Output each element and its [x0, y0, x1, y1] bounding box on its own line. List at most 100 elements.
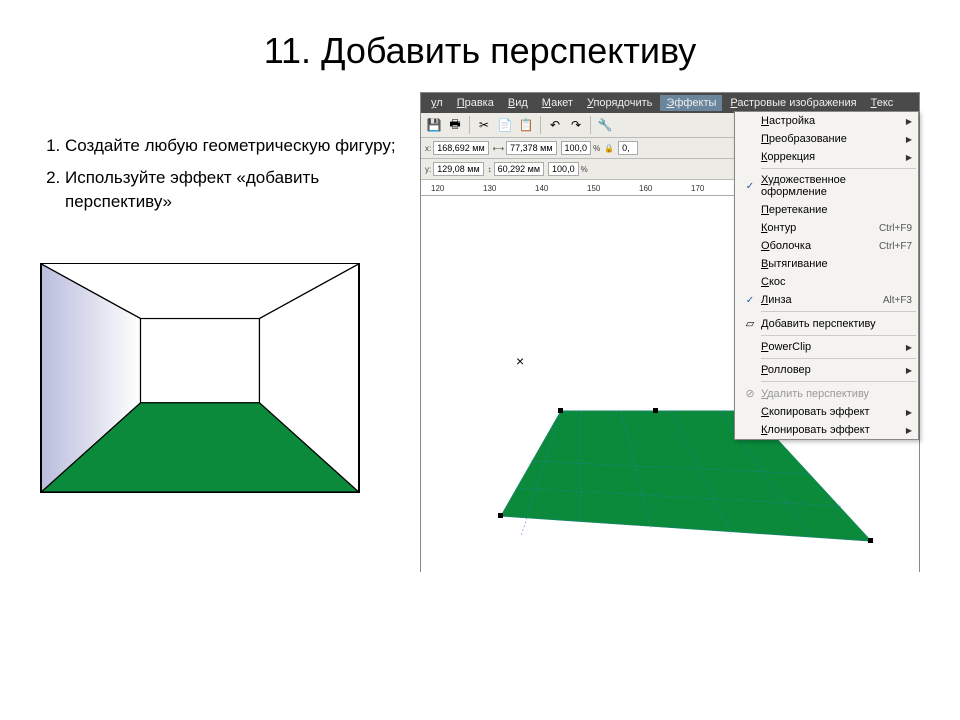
menu-ул[interactable]: ул	[425, 95, 449, 111]
ruler-tick-label: 120	[431, 184, 444, 193]
menubar: улПравкаВидМакетУпорядочитьЭффектыРастро…	[421, 93, 919, 113]
check-icon: ✓	[739, 295, 761, 306]
menu-item-label: Художественное оформление	[761, 174, 914, 198]
toolbar-button[interactable]: 🔧	[596, 116, 614, 134]
height-icon: ↕	[488, 165, 492, 174]
menu-item[interactable]: ▱Добавить перспективу	[735, 314, 918, 333]
menu-эффекты[interactable]: Эффекты	[660, 95, 722, 111]
right-column: улПравкаВидМакетУпорядочитьЭффектыРастро…	[420, 92, 920, 572]
menu-item[interactable]: Ролловер▶	[735, 361, 918, 379]
menu-separator	[761, 335, 916, 336]
menu-shortcut: Ctrl+F9	[879, 223, 914, 234]
toolbar-separator	[540, 116, 541, 134]
menu-item[interactable]: Преобразование▶	[735, 130, 918, 148]
menu-item[interactable]: ✓Художественное оформление	[735, 171, 918, 201]
menu-item[interactable]: Клонировать эффект▶	[735, 421, 918, 439]
effects-menu-dropdown: Настройка▶Преобразование▶Коррекция▶✓Худо…	[734, 111, 919, 440]
menu-separator	[761, 311, 916, 312]
menu-item[interactable]: ОболочкаCtrl+F7	[735, 237, 918, 255]
slide-title: 11. Добавить перспективу	[40, 30, 920, 72]
scale-x-group: 100,0 %	[561, 141, 601, 155]
menu-item[interactable]: Настройка▶	[735, 112, 918, 130]
toolbar-button[interactable]: ↶	[546, 116, 564, 134]
scale-y-value[interactable]: 100,0	[548, 162, 579, 176]
menu-item-label: Скос	[761, 276, 914, 288]
menu-item-label: Удалить перспективу	[761, 388, 914, 400]
menu-упорядочить[interactable]: Упорядочить	[581, 95, 658, 111]
menu-item-label: PowerClip	[761, 341, 906, 353]
menu-item-label: Клонировать эффект	[761, 424, 906, 436]
extra-value[interactable]: 0,	[618, 141, 638, 155]
menu-separator	[761, 381, 916, 382]
width-value[interactable]: 77,378 мм	[506, 141, 556, 155]
menu-item-label: Ролловер	[761, 364, 906, 376]
menu-item[interactable]: Коррекция▶	[735, 148, 918, 166]
menu-item[interactable]: PowerClip▶	[735, 338, 918, 356]
height-group: ↕ 60,292 мм	[488, 162, 544, 176]
lock-icon[interactable]: 🔒	[604, 144, 614, 153]
toolbar-button[interactable]: 📄	[496, 116, 514, 134]
toolbar-button[interactable]: ✂	[475, 116, 493, 134]
menu-item[interactable]: Скос	[735, 273, 918, 291]
menu-item-label: Добавить перспективу	[761, 318, 914, 330]
menu-item[interactable]: Вытягивание	[735, 255, 918, 273]
toolbar-button[interactable]: 💾	[425, 116, 443, 134]
menu-item-label: Вытягивание	[761, 258, 914, 270]
menu-макет[interactable]: Макет	[536, 95, 579, 111]
width-icon: ⟷	[493, 144, 504, 153]
left-column: Создайте любую геометрическую фигуру; Ис…	[40, 92, 420, 572]
menu-separator	[761, 358, 916, 359]
menu-правка[interactable]: Правка	[451, 95, 500, 111]
item-icon: ▱	[739, 317, 761, 330]
svg-text:×: ×	[516, 353, 524, 369]
menu-separator	[761, 168, 916, 169]
toolbar-button[interactable]: 🖶	[446, 116, 464, 134]
submenu-arrow-icon: ▶	[906, 366, 914, 375]
position-x: x: 168,692 мм	[425, 141, 489, 155]
menu-item-label: Настройка	[761, 115, 906, 127]
menu-item-label: Линза	[761, 294, 883, 306]
toolbar-button[interactable]: ↷	[567, 116, 585, 134]
menu-item-label: Преобразование	[761, 133, 906, 145]
menu-вид[interactable]: Вид	[502, 95, 534, 111]
instructions-list: Создайте любую геометрическую фигуру; Ис…	[40, 134, 420, 213]
menu-item[interactable]: Перетекание	[735, 201, 918, 219]
x-label-icon: x:	[425, 144, 431, 153]
ruler-tick-label: 150	[587, 184, 600, 193]
content: Создайте любую геометрическую фигуру; Ис…	[40, 92, 920, 572]
coreldraw-window: улПравкаВидМакетУпорядочитьЭффектыРастро…	[420, 92, 920, 572]
menu-item[interactable]: Скопировать эффект▶	[735, 403, 918, 421]
submenu-arrow-icon: ▶	[906, 135, 914, 144]
toolbar-button[interactable]: 📋	[517, 116, 535, 134]
ruler-tick-label: 130	[483, 184, 496, 193]
submenu-arrow-icon: ▶	[906, 153, 914, 162]
check-icon: ✓	[739, 181, 761, 192]
menu-item[interactable]: КонтурCtrl+F9	[735, 219, 918, 237]
menu-растровые изображения[interactable]: Растровые изображения	[724, 95, 862, 111]
percent-icon: %	[593, 144, 600, 153]
submenu-arrow-icon: ▶	[906, 408, 914, 417]
menu-item: ⊘Удалить перспективу	[735, 384, 918, 403]
ruler-tick-label: 170	[691, 184, 704, 193]
menu-shortcut: Ctrl+F7	[879, 241, 914, 252]
y-value[interactable]: 129,08 мм	[433, 162, 483, 176]
menu-item-label: Оболочка	[761, 240, 879, 252]
menu-item[interactable]: ✓ЛинзаAlt+F3	[735, 291, 918, 309]
submenu-arrow-icon: ▶	[906, 343, 914, 352]
height-value[interactable]: 60,292 мм	[494, 162, 544, 176]
width-group: ⟷ 77,378 мм	[493, 141, 557, 155]
instruction-item: Создайте любую геометрическую фигуру;	[65, 134, 420, 158]
menu-текс[interactable]: Текс	[865, 95, 900, 111]
scale-x-value[interactable]: 100,0	[561, 141, 592, 155]
slide: 11. Добавить перспективу Создайте любую …	[0, 0, 960, 592]
toolbar-separator	[590, 116, 591, 134]
y-label-icon: y:	[425, 165, 431, 174]
toolbar-separator	[469, 116, 470, 134]
item-icon: ⊘	[739, 387, 761, 400]
menu-item-label: Перетекание	[761, 204, 914, 216]
x-value[interactable]: 168,692 мм	[433, 141, 488, 155]
ruler-tick-label: 140	[535, 184, 548, 193]
room-perspective-illustration	[40, 263, 360, 493]
position-y: y: 129,08 мм	[425, 162, 484, 176]
menu-shortcut: Alt+F3	[883, 295, 914, 306]
